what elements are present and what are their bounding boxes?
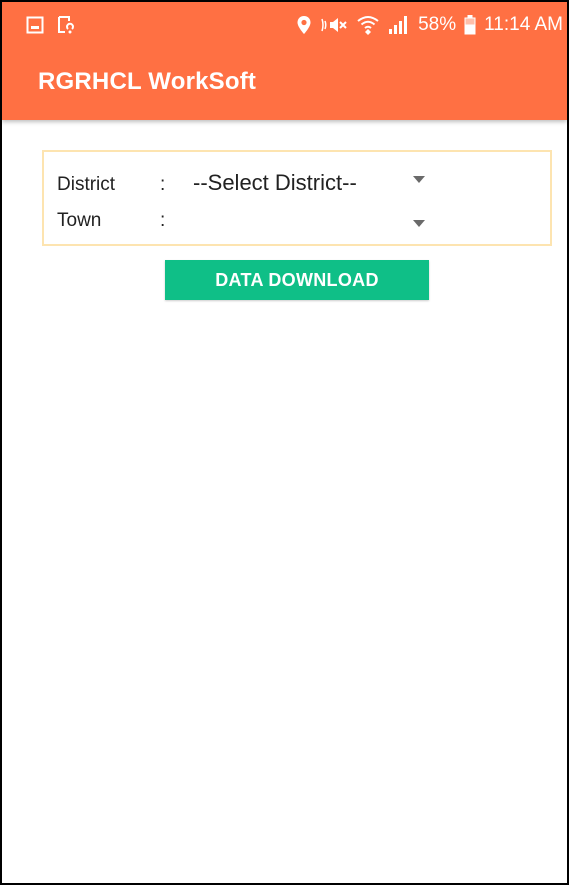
battery-icon — [464, 15, 476, 35]
wifi-icon — [356, 14, 380, 36]
app-title: RGRHCL WorkSoft — [38, 68, 257, 95]
status-indicators: 58% 11:14 AM — [296, 11, 563, 39]
data-download-button[interactable]: DATA DOWNLOAD — [165, 260, 429, 300]
district-label: District — [57, 174, 116, 195]
district-colon: : — [160, 174, 166, 195]
location-icon — [296, 15, 312, 35]
town-label: Town — [57, 210, 102, 231]
image-icon — [26, 16, 44, 34]
signal-icon — [388, 15, 410, 35]
status-bar: 58% 11:14 AM — [2, 2, 567, 48]
app-bar: 58% 11:14 AM RGRHCL WorkSoft — [2, 2, 567, 120]
location-form: District : --Select District-- Town : — [42, 150, 552, 246]
district-dropdown-arrow-icon[interactable] — [413, 176, 425, 183]
town-dropdown[interactable] — [193, 206, 429, 238]
town-colon: : — [160, 210, 166, 231]
cast-icon — [57, 16, 75, 34]
mute-icon — [320, 15, 348, 35]
district-selected-value: --Select District-- — [193, 170, 357, 195]
battery-percent: 58% — [418, 14, 457, 35]
device-screen: 58% 11:14 AM RGRHCL WorkSoft District : … — [0, 0, 569, 885]
town-dropdown-arrow-icon[interactable] — [413, 220, 425, 227]
status-time: 11:14 AM — [484, 14, 563, 35]
district-dropdown[interactable]: --Select District-- — [193, 170, 429, 202]
